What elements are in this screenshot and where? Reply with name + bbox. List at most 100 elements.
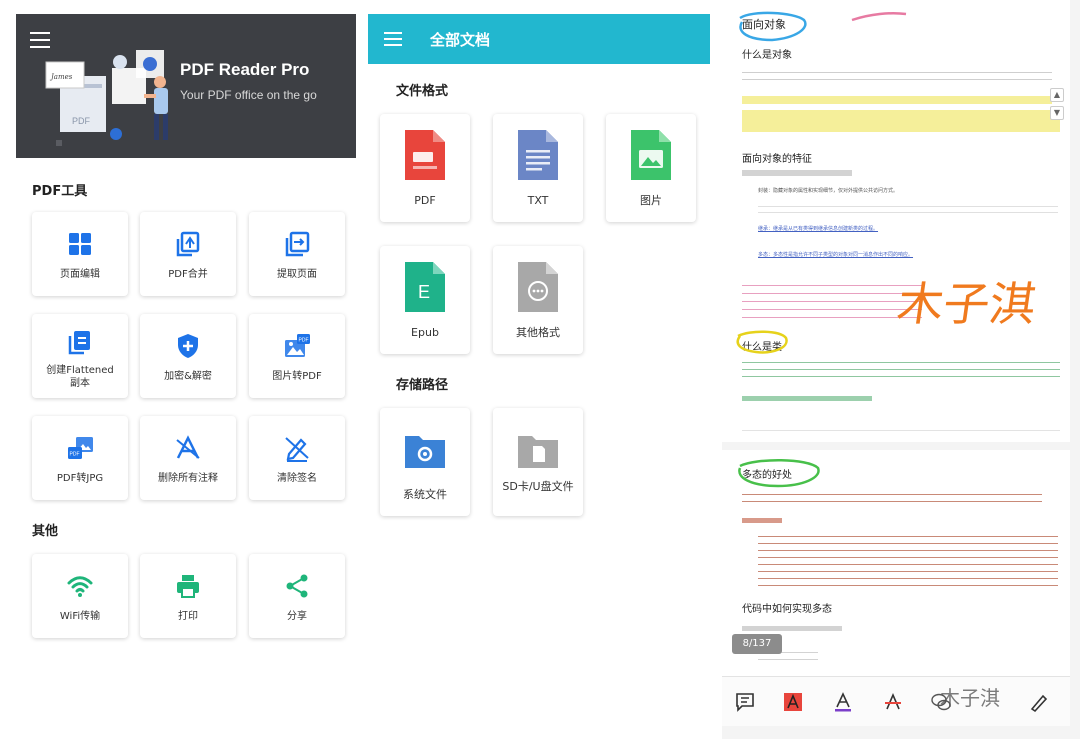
pen-icon[interactable] (1028, 691, 1050, 713)
format-txt[interactable]: TXT (493, 114, 583, 222)
storage-sd-usb[interactable]: SD卡/U盘文件 (493, 408, 583, 516)
paragraph-lines (758, 204, 1058, 218)
format-epub[interactable]: E Epub (380, 246, 470, 354)
comment-icon[interactable] (734, 691, 756, 713)
other-share[interactable]: 分享 (249, 554, 345, 638)
tool-pdf-merge[interactable]: PDF合并 (140, 212, 236, 296)
pdf-file-icon (405, 130, 445, 180)
svg-text:PDF: PDF (299, 338, 309, 344)
watermark-text: 木子淇 (940, 686, 1000, 710)
tool-create-flattened-copy[interactable]: 创建Flattened 副本 (32, 314, 128, 398)
extract-icon (285, 231, 310, 257)
folder-settings-icon (405, 436, 445, 468)
divider (742, 430, 1060, 431)
tool-label: 图片转PDF (272, 371, 322, 382)
format-label: 其他格式 (516, 326, 560, 339)
pink-ink-stroke (851, 12, 907, 22)
clear-signature-icon (285, 437, 309, 462)
heading-what-is-object: 什么是对象 (742, 50, 792, 61)
tool-label: 清除签名 (277, 473, 317, 484)
wifi-icon (67, 576, 93, 597)
annotation-toolbar (722, 676, 1070, 726)
flatten-icon (68, 331, 90, 355)
heading-features: 面向对象的特征 (742, 154, 812, 165)
pdf-tools-title: PDF工具 (32, 184, 88, 199)
tool-label: WiFi传输 (59, 611, 101, 622)
tool-label: 页面编辑 (60, 269, 100, 280)
paragraph-lines (742, 492, 1042, 508)
tool-extract-pages[interactable]: 提取页面 (249, 212, 345, 296)
format-label: TXT (527, 194, 549, 207)
shield-plus-icon (178, 334, 198, 358)
svg-text:PDF: PDF (72, 116, 91, 126)
other-title: 其他 (32, 524, 59, 539)
paragraph-lines (742, 518, 782, 523)
paragraph-lines (742, 626, 842, 631)
bullet-list (758, 534, 1058, 586)
circle-annotation (739, 11, 807, 42)
paragraph-lines (742, 396, 872, 401)
banner-subtitle: Your PDF office on the go (180, 88, 317, 102)
storage-title: 存储路径 (396, 378, 449, 393)
epub-file-icon: E (405, 262, 445, 312)
handwritten-signature: 木子淇 (893, 277, 1040, 331)
circle-annotation (736, 330, 788, 354)
storage-system-files[interactable]: 系统文件 (380, 408, 470, 516)
office-illustration: PDF James (45, 50, 168, 146)
highlighted-text (742, 110, 1060, 132)
format-other[interactable]: 其他格式 (493, 246, 583, 354)
app-bar: 全部文档 (368, 14, 710, 64)
screenshot-collage: PDF James PDF Reader Pro Your PDF office… (0, 0, 1080, 739)
circle-annotation (738, 459, 820, 488)
pdf-page: 面向对象 什么是对象 ▲ ▼ 面向对象的特征 封装：隐藏对象的属性和实现细节，仅… (722, 0, 1070, 442)
tool-clear-signature[interactable]: 清除签名 (249, 416, 345, 500)
bullet-inheritance: 继承：继承是从已有类得到继承信息创建新类的过程。 (758, 226, 879, 232)
grid-icon (69, 233, 91, 255)
format-pdf[interactable]: PDF (380, 114, 470, 222)
scroll-up-icon[interactable]: ▲ (1050, 88, 1064, 102)
other-print[interactable]: 打印 (140, 554, 236, 638)
page-title: 全部文档 (430, 31, 491, 49)
promo-banner: PDF James PDF Reader Pro Your PDF office… (16, 14, 356, 158)
paragraph-lines (742, 70, 1052, 86)
tool-label: 加密&解密 (164, 371, 212, 382)
tool-encrypt-decrypt[interactable]: 加密&解密 (140, 314, 236, 398)
tool-label: 打印 (178, 611, 198, 622)
menu-icon[interactable] (384, 32, 402, 46)
tool-label: PDF转JPG (56, 473, 104, 484)
format-label: 图片 (640, 194, 662, 207)
text-underline-icon[interactable] (832, 691, 854, 713)
merge-icon (176, 231, 200, 257)
tool-page-edit[interactable]: 页面编辑 (32, 212, 128, 296)
banner-title: PDF Reader Pro (180, 60, 310, 79)
tool-label: 创建Flattened 副本 (34, 364, 126, 390)
format-label: Epub (411, 326, 439, 339)
pdf-reader-panel: 面向对象 什么是对象 ▲ ▼ 面向对象的特征 封装：隐藏对象的属性和实现细节，仅… (722, 0, 1080, 739)
documents-panel: 全部文档 文件格式 PDF TXT 图片 E Epub 其他格式 存储路径 系统… (368, 14, 710, 739)
tool-pdf-to-jpg[interactable]: PDF PDF转JPG (32, 416, 128, 500)
share-icon (286, 574, 308, 598)
other-file-icon (518, 262, 558, 312)
paragraph-lines (742, 360, 1060, 380)
svg-text:PDF: PDF (70, 452, 80, 458)
printer-icon (177, 575, 199, 598)
scroll-down-icon[interactable]: ▼ (1050, 106, 1064, 120)
tool-image-to-pdf[interactable]: PDF 图片转PDF (249, 314, 345, 398)
heading-implement-polymorphism: 代码中如何实现多态 (742, 604, 832, 615)
format-label: PDF (414, 194, 436, 207)
image-to-pdf-icon: PDF (285, 334, 310, 357)
image-file-icon (631, 130, 671, 180)
txt-file-icon (518, 130, 558, 180)
tool-label: PDF合并 (168, 269, 208, 280)
tool-delete-all-annotations[interactable]: 删除所有注释 (140, 416, 236, 500)
text-strikeout-icon[interactable] (882, 691, 904, 713)
text-highlight-icon[interactable] (782, 691, 804, 713)
tool-label: 分享 (287, 611, 307, 622)
formats-title: 文件格式 (396, 84, 449, 99)
other-wifi-transfer[interactable]: WiFi传输 (32, 554, 128, 638)
bullet-polymorphism: 多态：多态性是指允许不同子类型的对象对同一消息作出不同的响应。 (758, 252, 914, 258)
format-image[interactable]: 图片 (606, 114, 696, 222)
tool-label-text: 创建Flattened 副本 (46, 365, 114, 389)
svg-text:James: James (49, 73, 73, 81)
tool-label: 删除所有注释 (158, 473, 218, 484)
